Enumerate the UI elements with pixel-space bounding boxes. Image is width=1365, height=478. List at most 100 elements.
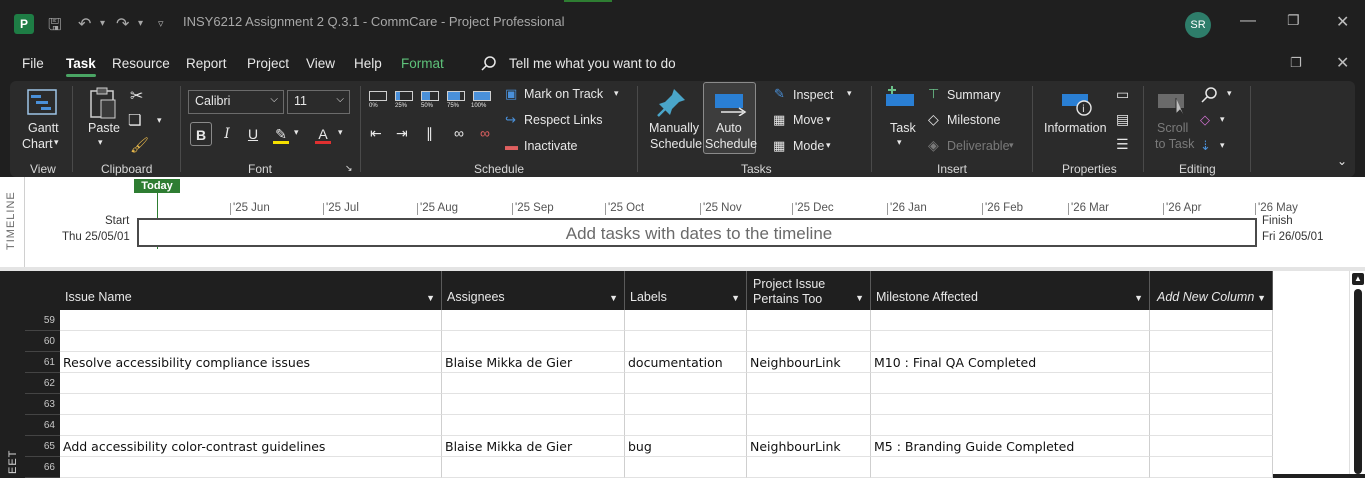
table-cell[interactable] bbox=[871, 457, 1150, 478]
mode-button[interactable]: Mode bbox=[793, 139, 824, 153]
table-cell[interactable] bbox=[747, 415, 871, 436]
scroll-thumb[interactable] bbox=[1354, 289, 1362, 474]
column-header-assignees[interactable]: Assignees ▼ bbox=[442, 271, 625, 310]
save-icon[interactable]: 🖫 bbox=[48, 14, 62, 41]
deliverable-dropdown-icon[interactable]: ▾ bbox=[1009, 140, 1014, 151]
chevron-down-icon[interactable]: ▼ bbox=[426, 293, 435, 303]
unlink-tasks-icon[interactable]: ∞ bbox=[480, 125, 490, 141]
row-number[interactable]: 66 bbox=[25, 457, 60, 478]
chevron-down-icon[interactable]: ▼ bbox=[731, 293, 740, 303]
insert-task-icon[interactable] bbox=[884, 86, 916, 114]
pct-0-icon[interactable] bbox=[369, 91, 387, 101]
table-cell[interactable] bbox=[625, 394, 747, 415]
column-header-project-issue[interactable]: Project Issue Pertains Too ▼ bbox=[747, 271, 871, 310]
table-cell[interactable]: Resolve accessibility compliance issues bbox=[60, 352, 442, 373]
table-cell[interactable] bbox=[1150, 352, 1273, 373]
table-cell[interactable] bbox=[60, 394, 442, 415]
scroll-to-task-label[interactable]: to Task bbox=[1155, 137, 1194, 151]
respect-links-button[interactable]: Respect Links bbox=[524, 113, 603, 127]
pct-50-icon[interactable] bbox=[421, 91, 439, 101]
vertical-scrollbar[interactable]: ▲ bbox=[1349, 271, 1365, 474]
table-cell[interactable] bbox=[60, 310, 442, 331]
insert-summary-button[interactable]: Summary bbox=[947, 88, 1000, 102]
table-cell[interactable] bbox=[60, 415, 442, 436]
row-number[interactable]: 65 bbox=[25, 436, 60, 457]
table-cell[interactable] bbox=[60, 457, 442, 478]
table-cell[interactable] bbox=[1150, 373, 1273, 394]
table-cell[interactable] bbox=[625, 310, 747, 331]
table-cell[interactable]: M5 : Branding Guide Completed bbox=[871, 436, 1150, 457]
table-cell[interactable]: NeighbourLink bbox=[747, 436, 871, 457]
table-cell[interactable] bbox=[442, 394, 625, 415]
gantt-chart-label[interactable]: Chart bbox=[22, 137, 53, 151]
scroll-to-task-button[interactable]: Scroll bbox=[1157, 121, 1188, 135]
table-cell[interactable] bbox=[747, 310, 871, 331]
table-cell[interactable] bbox=[1150, 457, 1273, 478]
underline-button[interactable]: U bbox=[242, 122, 264, 146]
table-cell[interactable]: bug bbox=[625, 436, 747, 457]
manually-schedule-button[interactable]: Manually bbox=[649, 121, 699, 135]
highlight-dropdown-icon[interactable]: ▾ bbox=[294, 127, 299, 138]
split-task-icon[interactable]: ∥ bbox=[426, 125, 433, 142]
indent-icon[interactable]: ⇥ bbox=[396, 125, 408, 142]
table-cell[interactable]: NeighbourLink bbox=[747, 352, 871, 373]
table-cell[interactable] bbox=[747, 394, 871, 415]
table-cell[interactable] bbox=[871, 331, 1150, 352]
italic-button[interactable]: I bbox=[216, 122, 238, 146]
font-color-button[interactable]: A bbox=[312, 122, 334, 146]
restore-icon[interactable]: ❐ bbox=[1287, 12, 1300, 29]
information-button[interactable]: Information bbox=[1044, 121, 1107, 135]
table-cell[interactable] bbox=[442, 457, 625, 478]
table-cell[interactable] bbox=[747, 373, 871, 394]
chevron-down-icon[interactable]: ▾ bbox=[54, 137, 59, 148]
deliverable-button[interactable]: Deliverable bbox=[947, 139, 1010, 153]
chevron-down-icon[interactable]: ▼ bbox=[1257, 293, 1266, 303]
scroll-to-task-icon[interactable] bbox=[1156, 90, 1190, 118]
column-header-add-new-column[interactable]: Add New Column ▼ bbox=[1150, 271, 1273, 310]
table-cell[interactable] bbox=[871, 373, 1150, 394]
row-number[interactable]: 61 bbox=[25, 352, 60, 373]
mark-on-track-button[interactable]: Mark on Track bbox=[524, 87, 603, 101]
pct-100-icon[interactable] bbox=[473, 91, 491, 101]
fill-icon[interactable]: ⇣ bbox=[1200, 138, 1211, 154]
chevron-down-icon[interactable]: ▼ bbox=[1134, 293, 1143, 303]
font-dialog-launcher-icon[interactable]: ↘ bbox=[345, 163, 353, 174]
redo-dropdown-icon[interactable]: ▾ bbox=[138, 18, 143, 29]
search-icon[interactable] bbox=[480, 55, 498, 73]
outdent-icon[interactable]: ⇤ bbox=[370, 125, 382, 142]
table-cell[interactable] bbox=[1150, 310, 1273, 331]
details-icon[interactable]: ▤ bbox=[1116, 111, 1129, 128]
paste-icon[interactable] bbox=[88, 86, 118, 120]
ribbon-display-options-icon[interactable]: ❐ bbox=[1290, 55, 1302, 71]
row-number[interactable]: 59 bbox=[25, 310, 60, 331]
table-cell[interactable]: Blaise Mikka de Gier bbox=[442, 352, 625, 373]
row-number[interactable]: 63 bbox=[25, 394, 60, 415]
row-number[interactable]: 62 bbox=[25, 373, 60, 394]
collapse-ribbon-icon[interactable]: ⌄ bbox=[1337, 154, 1347, 168]
table-cell[interactable] bbox=[625, 373, 747, 394]
timeline-bar[interactable]: Add tasks with dates to the timeline bbox=[137, 218, 1257, 247]
mode-dropdown-icon[interactable]: ▾ bbox=[826, 140, 831, 151]
tab-task[interactable]: Task bbox=[66, 56, 96, 77]
table-cell[interactable] bbox=[747, 331, 871, 352]
information-icon[interactable]: i bbox=[1060, 90, 1094, 118]
clear-dropdown-icon[interactable]: ▾ bbox=[1220, 114, 1225, 125]
table-cell[interactable] bbox=[1150, 415, 1273, 436]
cut-icon[interactable]: ✂ bbox=[130, 86, 143, 106]
bold-button[interactable]: B bbox=[190, 122, 212, 146]
chevron-down-icon[interactable]: ▼ bbox=[855, 293, 864, 303]
insert-milestone-button[interactable]: Milestone bbox=[947, 113, 1001, 127]
paste-dropdown-icon[interactable]: ▾ bbox=[98, 137, 103, 148]
undo-icon[interactable]: ↶ bbox=[78, 14, 91, 34]
clear-icon[interactable]: ◇ bbox=[1200, 112, 1210, 128]
table-cell[interactable] bbox=[1150, 394, 1273, 415]
table-cell[interactable] bbox=[871, 415, 1150, 436]
table-cell[interactable]: documentation bbox=[625, 352, 747, 373]
scroll-up-icon[interactable]: ▲ bbox=[1352, 273, 1364, 285]
minimize-icon[interactable]: — bbox=[1240, 12, 1256, 30]
tab-report[interactable]: Report bbox=[186, 56, 227, 71]
row-number[interactable]: 64 bbox=[25, 415, 60, 436]
table-cell[interactable] bbox=[442, 415, 625, 436]
copy-icon[interactable]: ❏ bbox=[128, 111, 141, 129]
column-header-milestone-affected[interactable]: Milestone Affected ▼ bbox=[871, 271, 1150, 310]
